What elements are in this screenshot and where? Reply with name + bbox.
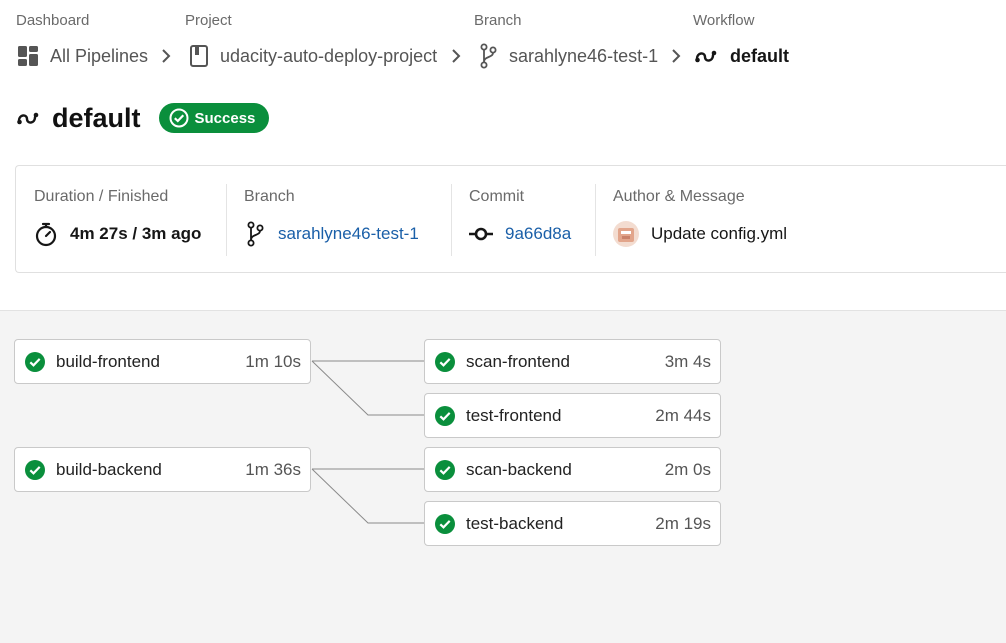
duration-cell: Duration / Finished 4m 27s / 3m ago — [16, 166, 226, 272]
chevron-right-icon — [452, 49, 461, 63]
workflow-header: default Success — [16, 100, 270, 136]
branch-cell: Branch sarahlyne46-test-1 — [226, 166, 451, 272]
commit-label: Commit — [469, 188, 525, 205]
author-cell: Author & Message Update config.yml — [595, 166, 995, 272]
commit-message: Update config.yml — [651, 224, 788, 243]
commit-icon — [469, 227, 493, 241]
stopwatch-icon — [35, 222, 57, 247]
author-value-row: Update config.yml — [613, 220, 787, 248]
dashboard-icon — [18, 46, 38, 66]
breadcrumb-branch[interactable]: sarahlyne46-test-1 — [477, 42, 658, 70]
breadcrumb-workflow-label: default — [730, 45, 790, 66]
page-title: default — [52, 102, 141, 133]
branch-icon — [247, 221, 264, 247]
breadcrumb-project-label: udacity-auto-deploy-project — [220, 45, 438, 66]
commit-cell: Commit 9a66d8a — [451, 166, 595, 272]
duration-value: 4m 27s / 3m ago — [70, 224, 202, 243]
duration-value-row: 4m 27s / 3m ago — [34, 220, 201, 248]
job-name: test-backend — [466, 513, 564, 533]
chevron-right-icon — [672, 49, 681, 63]
success-check-icon — [435, 351, 455, 372]
repository-icon — [190, 45, 208, 67]
job-name: scan-frontend — [466, 351, 570, 371]
breadcrumb-label-project: Project — [185, 12, 232, 29]
job-duration: 2m 0s — [664, 459, 711, 479]
breadcrumb-workflow: default — [694, 42, 789, 70]
avatar — [613, 221, 639, 247]
author-label: Author & Message — [613, 188, 745, 205]
success-check-icon — [435, 405, 455, 426]
job-name: scan-backend — [466, 459, 572, 479]
status-badge: Success — [158, 103, 270, 133]
breadcrumb-project[interactable]: udacity-auto-deploy-project — [188, 42, 437, 70]
job-build-backend[interactable]: build-backend 1m 36s — [14, 447, 311, 492]
branch-value-row: sarahlyne46-test-1 — [244, 220, 419, 248]
connector-line — [311, 468, 425, 524]
job-scan-backend[interactable]: scan-backend 2m 0s — [424, 447, 721, 492]
breadcrumb-branch-label: sarahlyne46-test-1 — [509, 45, 659, 66]
job-duration: 1m 36s — [245, 459, 301, 479]
check-circle-icon — [169, 108, 189, 128]
workflow-icon — [17, 112, 39, 125]
success-check-icon — [25, 459, 45, 480]
workflow-graph: build-frontend 1m 10s scan-frontend 3m 4… — [0, 310, 1006, 643]
connector-line — [311, 360, 425, 416]
avatar-image — [618, 228, 634, 242]
commit-link[interactable]: 9a66d8a — [505, 224, 571, 244]
success-check-icon — [435, 513, 455, 534]
success-check-icon — [435, 459, 455, 480]
success-check-icon — [25, 351, 45, 372]
job-name: build-backend — [56, 459, 162, 479]
breadcrumb-label-workflow: Workflow — [693, 12, 755, 29]
breadcrumb-label-dashboard: Dashboard — [16, 12, 90, 29]
job-name: test-frontend — [466, 405, 562, 425]
commit-value-row: 9a66d8a — [469, 220, 571, 248]
branch-label: Branch — [244, 188, 295, 205]
duration-label: Duration / Finished — [34, 188, 169, 205]
job-scan-frontend[interactable]: scan-frontend 3m 4s — [424, 339, 721, 384]
job-test-backend[interactable]: test-backend 2m 19s — [424, 501, 721, 546]
job-test-frontend[interactable]: test-frontend 2m 44s — [424, 393, 721, 438]
breadcrumb-labels: Dashboard Project Branch Workflow — [0, 12, 1006, 32]
workflow-summary-card: Duration / Finished 4m 27s / 3m ago Bran… — [15, 165, 1006, 273]
breadcrumb-all-pipelines[interactable]: All Pipelines — [16, 42, 148, 70]
branch-link[interactable]: sarahlyne46-test-1 — [278, 224, 419, 244]
breadcrumb: All Pipelines udacity-auto-deploy-projec… — [0, 42, 1006, 72]
job-duration: 2m 44s — [655, 405, 711, 425]
job-duration: 2m 19s — [655, 513, 711, 533]
branch-icon — [480, 43, 497, 69]
job-duration: 3m 4s — [664, 351, 711, 371]
job-duration: 1m 10s — [245, 351, 301, 371]
workflow-icon — [695, 50, 717, 63]
job-build-frontend[interactable]: build-frontend 1m 10s — [14, 339, 311, 384]
breadcrumb-label-branch: Branch — [474, 12, 522, 29]
status-badge-label: Success — [194, 109, 256, 127]
chevron-right-icon — [162, 49, 171, 63]
breadcrumb-all-pipelines-label: All Pipelines — [50, 45, 149, 66]
job-name: build-frontend — [56, 351, 160, 371]
